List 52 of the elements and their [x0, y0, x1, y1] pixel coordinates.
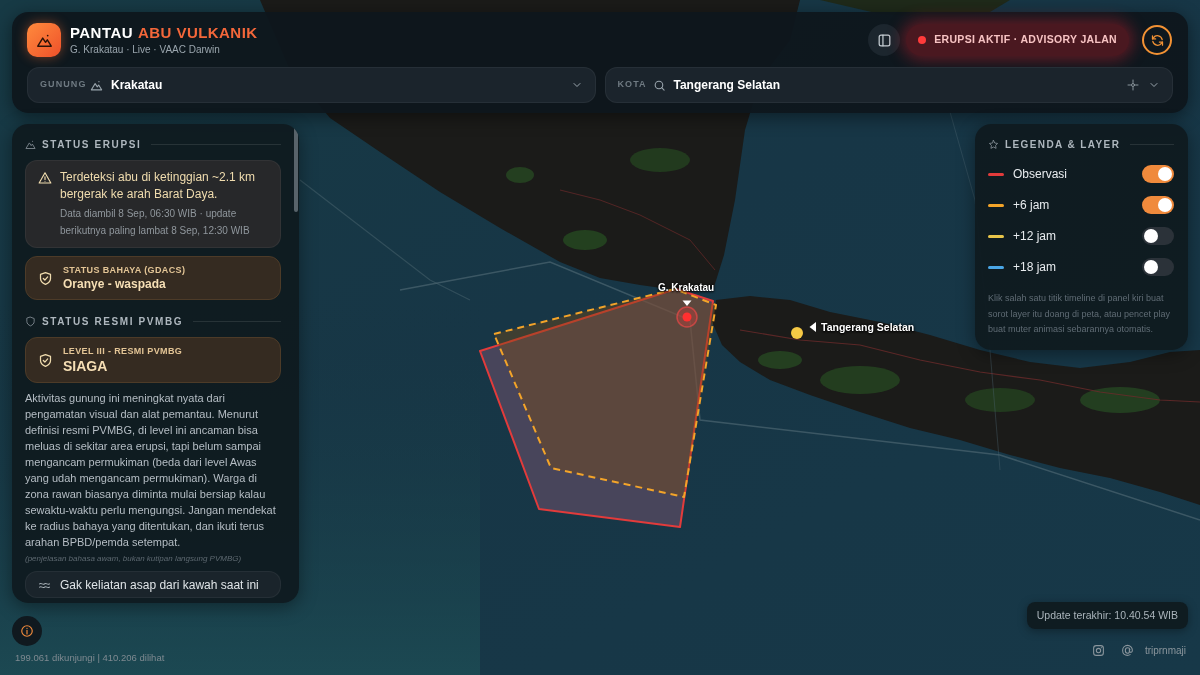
section-heading: STATUS ERUPSI — [42, 137, 142, 152]
legend-title: LEGENDA & LAYER — [1005, 137, 1121, 152]
panel-icon — [876, 32, 892, 48]
alert-note: Data diambil 8 Sep, 06:30 WIB · update berikutnya paling lambat 8 Sep, 12:30 WIB — [60, 207, 251, 238]
last-update-text: Update terakhir: 10.40.54 WIB — [1026, 602, 1188, 629]
city-search-field[interactable]: KOTA Tangerang Selatan — [604, 67, 1173, 103]
camera-icon[interactable] — [1091, 643, 1105, 657]
crosshair-icon[interactable] — [1127, 79, 1139, 91]
layer-toggle[interactable] — [1142, 196, 1174, 214]
observation-text: Gak keliatan asap dari kawah saat ini — [60, 577, 259, 593]
warning-icon — [38, 171, 52, 185]
layer-toggle[interactable] — [1142, 165, 1174, 183]
status-value: SIAGA — [63, 357, 109, 375]
layer-toggle[interactable] — [1142, 258, 1174, 276]
shield-icon — [25, 315, 36, 327]
mountain-logo-icon — [27, 23, 61, 57]
at-sign-icon[interactable] — [1120, 643, 1134, 657]
star-icon — [988, 138, 999, 150]
info-icon — [20, 624, 34, 638]
refresh-icon — [1149, 32, 1165, 48]
field-label: KOTA — [617, 78, 647, 92]
volcano-label: G. Krakatau — [658, 281, 715, 294]
layer-label: +18 jam — [1013, 259, 1057, 276]
layer-label: +6 jam — [1013, 197, 1050, 214]
shield-check-icon — [38, 270, 53, 286]
layer-toggle[interactable] — [1142, 227, 1174, 245]
mountain-icon — [25, 138, 36, 150]
mountain-icon — [90, 78, 103, 92]
explanation-text: Aktivitas gunung ini meningkat nyata dari pengamatan visual dan alat pemantau. Menurut definisi resmi PVMBG, di level ini ancaman bisa meluas di sekitar area erupsi, tapi belum sampai mengancam permukiman (beda dari level Awas yang udah mengancam permukiman). Warga di zona rawan biasanya diminta mulai bersiap kalau sewaktu-waktu perlu mengungsi. Jangan mendekat ke radius bahaya yang ditentukan, dan ikuti terus arahan BPBD/pemda setempat. — [25, 391, 277, 550]
field-label: GUNUNG — [40, 78, 84, 92]
app-subtitle: G. Krakatau · Live · VAAC Darwin — [70, 43, 221, 56]
visit-stats: 199.061 dikunjungi | 410.206 dilihat — [15, 651, 165, 665]
legend-hint: Klik salah satu titik timeline di panel kiri buat sorot layer itu doang di peta, atau pencet play buat muter animasi sebarannya otomatis. — [988, 292, 1172, 336]
social-handle-link[interactable]: triprnmaji — [1144, 642, 1186, 658]
layer-label: Observasi — [1013, 166, 1068, 183]
sidebar-toggle-button[interactable] — [868, 24, 901, 56]
caret-icon — [809, 322, 816, 332]
mountain-dropdown[interactable]: GUNUNG Krakatau — [27, 67, 596, 103]
brand-accent: ABU VULKANIK — [138, 24, 258, 42]
layer-label: +12 jam — [1013, 228, 1057, 245]
shield-check-icon — [38, 352, 53, 368]
status-label: LEVEL III - RESMI PVMBG — [63, 345, 183, 357]
disclaimer-text: (penjelasan bahasa awam, bukan kutipan langsung PVMBG) — [25, 553, 243, 565]
brand-name: PANTAU — [70, 24, 133, 42]
search-icon — [652, 78, 666, 92]
status-value: Oranye - waspada — [63, 276, 167, 292]
city-label: Tangerang Selatan — [821, 320, 915, 334]
refresh-button[interactable] — [1142, 25, 1172, 55]
section-heading: STATUS RESMI PVMBG — [42, 314, 184, 329]
alert-text: Terdeteksi abu di ketinggian ~2.1 km bergerak ke arah Barat Daya. — [60, 169, 257, 203]
status-text: ERUPSI AKTIF · ADVISORY JALAN — [934, 32, 1117, 48]
status-label: STATUS BAHAYA (GDACS) — [63, 264, 186, 276]
